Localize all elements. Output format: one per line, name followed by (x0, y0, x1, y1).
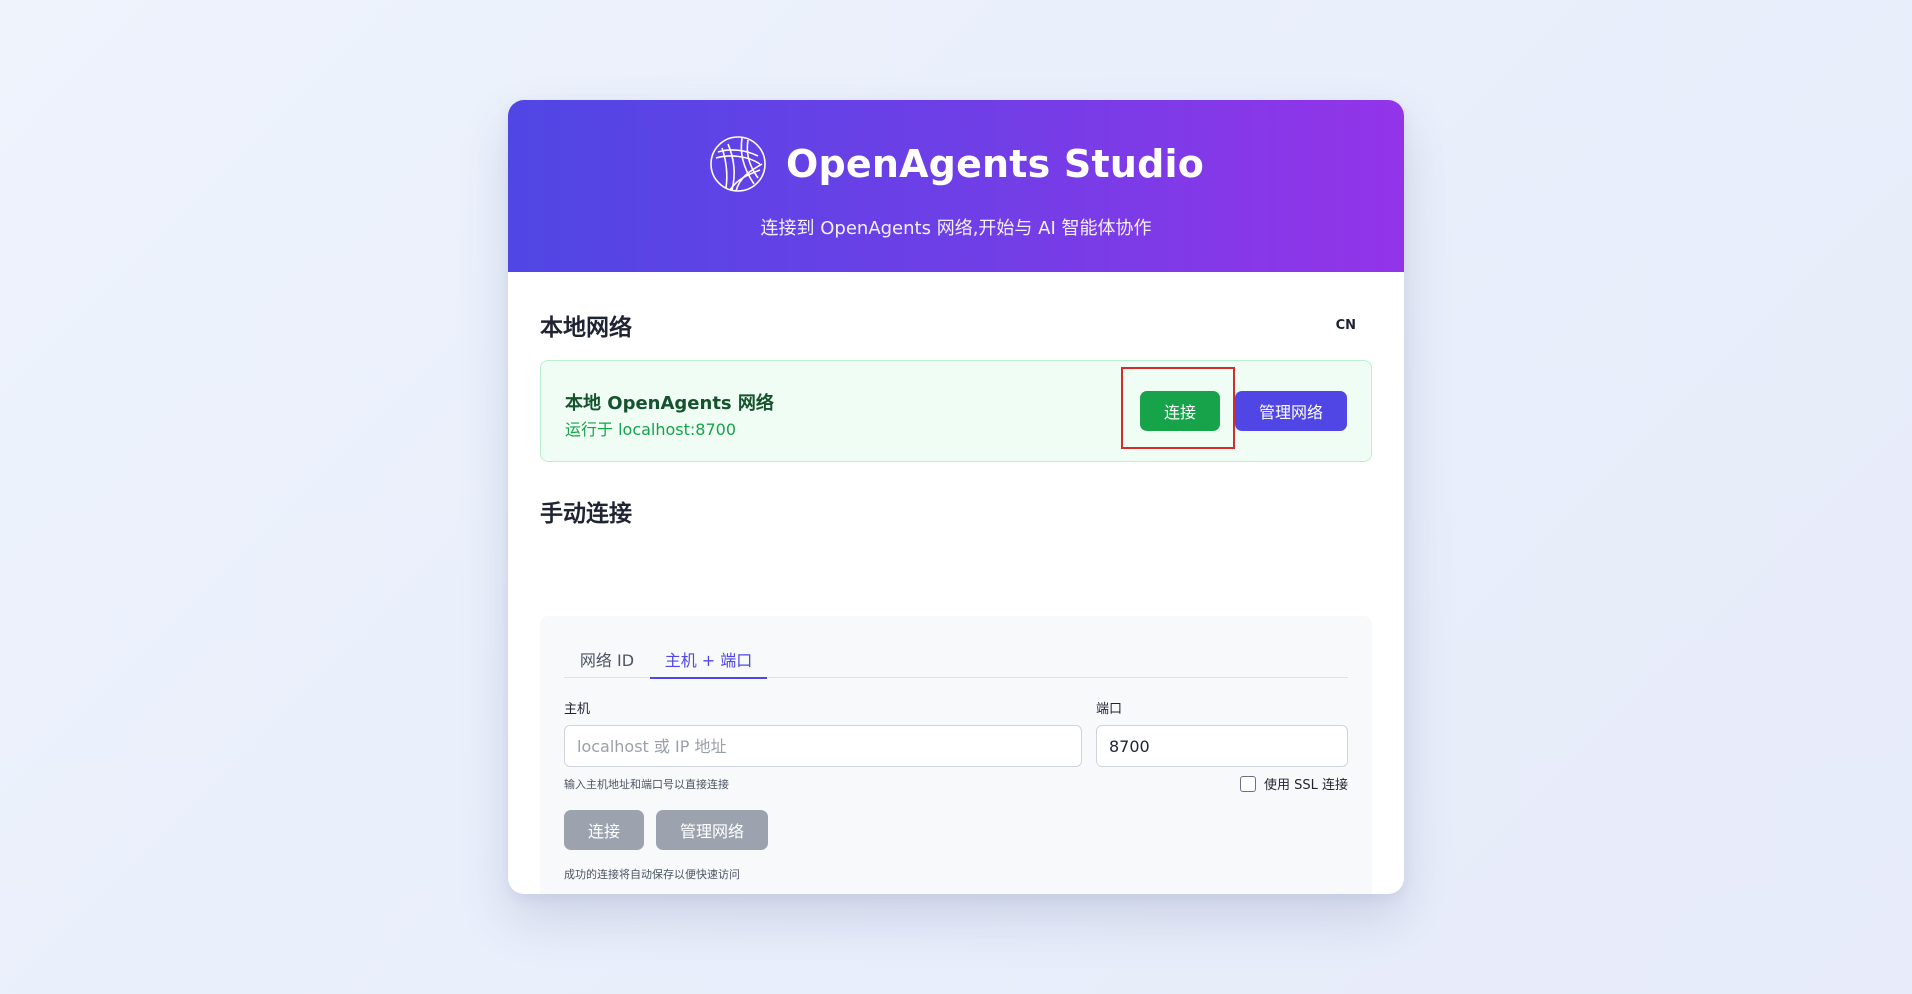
port-input[interactable] (1096, 725, 1348, 767)
app-title: OpenAgents Studio (785, 142, 1205, 186)
local-network-box: 本地 OpenAgents 网络 运行于 localhost:8700 连接 管… (540, 360, 1372, 462)
ssl-label: 使用 SSL 连接 (1263, 778, 1348, 793)
host-label: 主机 (564, 702, 591, 717)
ssl-checkbox[interactable] (1239, 775, 1256, 792)
manual-connection-box: 网络 ID 主机 + 端口 主机 端口 输入主机地址和端口号以直接连接 使用 S… (540, 616, 1372, 894)
local-network-address: 运行于 localhost:8700 (565, 420, 737, 439)
local-manage-network-button[interactable]: 管理网络 (1235, 391, 1347, 431)
local-connect-button[interactable]: 连接 (1140, 391, 1220, 431)
app-subtitle: 连接到 OpenAgents 网络,开始与 AI 智能体协作 (760, 218, 1152, 239)
manual-connection-title: 手动连接 (540, 501, 632, 527)
ssl-option[interactable]: 使用 SSL 连接 (1239, 774, 1348, 793)
language-toggle[interactable]: CN (1336, 318, 1356, 333)
host-hint: 输入主机地址和端口号以直接连接 (564, 778, 729, 791)
port-label: 端口 (1096, 702, 1123, 717)
save-hint: 成功的连接将自动保存以便快速访问 (564, 868, 740, 881)
manual-manage-network-button[interactable]: 管理网络 (656, 810, 768, 850)
connection-tabs: 网络 ID 主机 + 端口 (564, 640, 1348, 679)
brand: OpenAgents Studio (508, 134, 1404, 194)
tab-network-id[interactable]: 网络 ID (564, 640, 650, 678)
connection-card: OpenAgents Studio 连接到 OpenAgents 网络,开始与 … (508, 100, 1404, 894)
manual-connect-button[interactable]: 连接 (564, 810, 644, 850)
local-network-name: 本地 OpenAgents 网络 (565, 393, 774, 414)
local-network-title: 本地网络 (540, 315, 632, 341)
tab-host-port[interactable]: 主机 + 端口 (650, 640, 767, 679)
host-input[interactable] (564, 725, 1082, 767)
openagents-logo-icon (710, 136, 766, 192)
header-banner: OpenAgents Studio 连接到 OpenAgents 网络,开始与 … (508, 100, 1404, 272)
